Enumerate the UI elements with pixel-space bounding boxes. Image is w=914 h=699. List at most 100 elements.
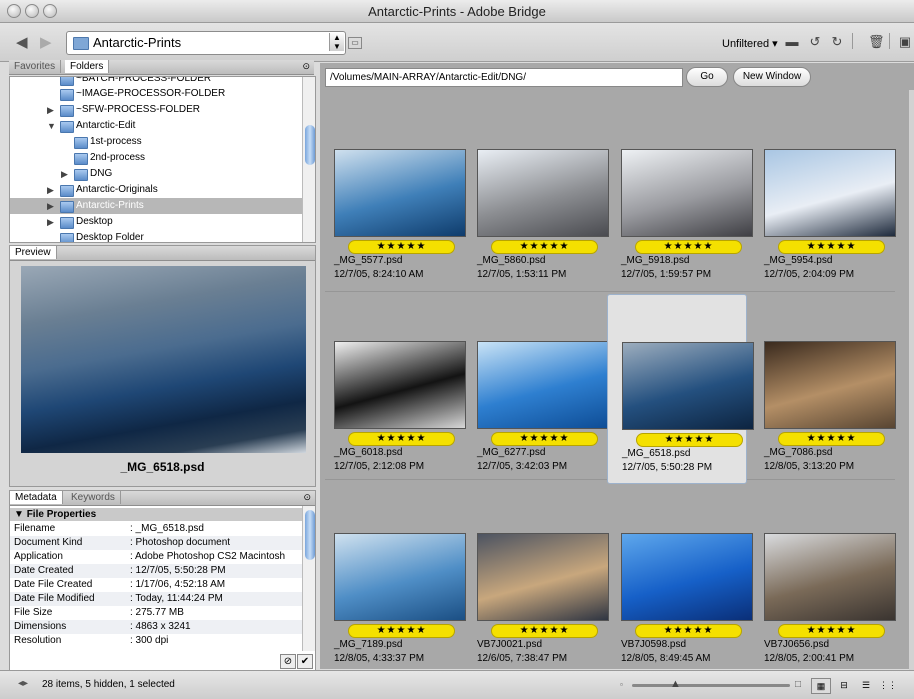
folder-icon: [60, 233, 74, 242]
content-scrollbar[interactable]: [909, 90, 914, 670]
toolbar: ◀ ▶ Antarctic-Prints ▲ ▼ ▭ Unfiltered ▾ ▬…: [0, 23, 914, 62]
thumbnails-view-button[interactable]: ▦: [811, 678, 831, 694]
rating-stars[interactable]: ★★★★★: [348, 432, 455, 446]
cancel-edit-icon[interactable]: ⊘: [280, 654, 296, 669]
rating-stars[interactable]: ★★★★★: [778, 432, 885, 446]
versions-view-button[interactable]: ⋮⋮: [879, 678, 897, 692]
slider-thumb[interactable]: ▲: [670, 678, 681, 690]
thumbnail-image[interactable]: [621, 149, 753, 237]
rating-stars[interactable]: ★★★★★: [778, 624, 885, 638]
thumbnail-image[interactable]: [334, 533, 466, 621]
large-thumbnail-icon[interactable]: □: [795, 679, 801, 690]
details-view-button[interactable]: ☰: [857, 678, 875, 692]
thumbnail-date: 12/7/05, 2:12:08 PM: [334, 461, 425, 472]
rating-stars[interactable]: ★★★★★: [778, 240, 885, 254]
disclosure-right-icon[interactable]: ▶: [47, 182, 54, 198]
disclosure-right-icon[interactable]: ▶: [47, 102, 54, 118]
thumbnail-card[interactable]: ★★★★★ _MG_6277.psd 12/7/05, 3:42:03 PM: [463, 294, 609, 482]
folder-item[interactable]: 2nd-process: [10, 150, 305, 166]
thumbnail-size-slider[interactable]: [632, 684, 790, 687]
rating-stars[interactable]: ★★★★★: [635, 624, 742, 638]
folder-item[interactable]: ~IMAGE-PROCESSOR-FOLDER: [10, 86, 305, 102]
rating-stars[interactable]: ★★★★★: [636, 433, 743, 447]
thumbnail-card[interactable]: ★★★★★ VB7J0656.psd 12/8/05, 2:00:41 PM: [750, 483, 896, 671]
rating-stars[interactable]: ★★★★★: [348, 624, 455, 638]
tab-preview[interactable]: Preview: [10, 246, 57, 259]
folder-item-selected[interactable]: ▶ Antarctic-Prints: [10, 198, 305, 214]
disclosure-down-icon[interactable]: ▼: [47, 118, 56, 134]
forward-arrow-icon[interactable]: ▶: [40, 33, 52, 51]
thumbnail-image[interactable]: [622, 342, 754, 430]
thumbnail-image[interactable]: [477, 149, 609, 237]
metadata-key: Application: [14, 551, 63, 562]
rotate-right-icon[interactable]: ↻: [830, 35, 844, 49]
thumbnail-card[interactable]: ★★★★★ _MG_6018.psd 12/7/05, 2:12:08 PM: [320, 294, 466, 482]
tab-folders[interactable]: Folders: [65, 60, 110, 73]
tab-keywords[interactable]: Keywords: [66, 491, 121, 504]
thumbnail-filename: _MG_7086.psd: [764, 447, 833, 458]
metadata-row: Date Created: 12/7/05, 5:50:28 PM: [10, 564, 302, 578]
filmstrip-view-button[interactable]: ⊟: [835, 678, 853, 692]
preview-panel: Preview _MG_6518.psd: [9, 245, 316, 487]
disclosure-right-icon[interactable]: ▶: [47, 198, 54, 214]
new-window-button[interactable]: New Window: [733, 67, 811, 87]
thumbnail-image[interactable]: [764, 533, 896, 621]
folder-label: 2nd-process: [90, 152, 146, 163]
compact-mode-icon[interactable]: ▣: [898, 35, 912, 49]
thumbnail-image[interactable]: [764, 149, 896, 237]
folder-item[interactable]: 1st-process: [10, 134, 305, 150]
folder-icon: [60, 121, 74, 133]
panel-menu-icon[interactable]: ⊙: [302, 61, 310, 72]
folders-scrollbar[interactable]: [302, 77, 315, 242]
toggle-panels-icon[interactable]: ◂▸: [18, 678, 28, 689]
metadata-scrollbar[interactable]: [302, 506, 315, 651]
thumbnail-image[interactable]: [621, 533, 753, 621]
thumbnail-card[interactable]: ★★★★★ _MG_7189.psd 12/8/05, 4:33:37 PM: [320, 483, 466, 671]
thumbnail-image[interactable]: [334, 149, 466, 237]
go-up-folder-icon[interactable]: ▭: [348, 37, 362, 49]
folder-item[interactable]: ▶ Desktop: [10, 214, 305, 230]
scrollbar-thumb[interactable]: [305, 510, 315, 560]
thumbnail-card[interactable]: ★★★★★ VB7J0598.psd 12/8/05, 8:49:45 AM: [607, 483, 753, 671]
disclosure-right-icon[interactable]: ▶: [47, 214, 54, 230]
metadata-section-header[interactable]: ▼ File Properties: [10, 508, 306, 521]
rating-stars[interactable]: ★★★★★: [491, 432, 598, 446]
disclosure-right-icon[interactable]: ▶: [61, 166, 68, 182]
folder-item[interactable]: ▶ Antarctic-Originals: [10, 182, 305, 198]
trash-icon[interactable]: 🗑: [868, 35, 885, 49]
preview-image: [21, 266, 306, 453]
thumbnail-image[interactable]: [477, 341, 609, 429]
preview-tabbar: Preview: [10, 246, 315, 261]
folder-item[interactable]: ▶ DNG: [10, 166, 305, 182]
folder-item[interactable]: ▶ ~SFW-PROCESS-FOLDER: [10, 102, 305, 118]
rating-stars[interactable]: ★★★★★: [348, 240, 455, 254]
thumbnail-image[interactable]: [334, 341, 466, 429]
filter-dropdown[interactable]: Unfiltered ▾: [722, 37, 778, 50]
go-button[interactable]: Go: [686, 67, 728, 87]
folder-item[interactable]: ▼ Antarctic-Edit: [10, 118, 305, 134]
filter-label: Unfiltered: [722, 38, 770, 50]
folder-item[interactable]: Desktop Folder: [10, 230, 305, 242]
thumbnail-image[interactable]: [764, 341, 896, 429]
tab-favorites[interactable]: Favorites: [9, 60, 62, 73]
folder-icon: [74, 153, 88, 165]
metadata-row: Resolution: 300 dpi: [10, 634, 302, 648]
rotate-left-icon[interactable]: ↺: [808, 35, 822, 49]
scrollbar-thumb[interactable]: [305, 125, 315, 165]
thumbnail-image[interactable]: [477, 533, 609, 621]
back-arrow-icon[interactable]: ◀: [16, 33, 28, 51]
thumbnail-card[interactable]: ★★★★★ _MG_7086.psd 12/8/05, 3:13:20 PM: [750, 294, 896, 482]
small-thumbnail-icon[interactable]: ▫: [620, 680, 623, 689]
thumbnail-date: 12/8/05, 4:33:37 PM: [334, 653, 425, 664]
apply-edit-icon[interactable]: ✔: [297, 654, 313, 669]
panel-menu-icon[interactable]: ⊙: [303, 492, 311, 503]
thumbnail-card[interactable]: ★★★★★ VB7J0021.psd 12/6/05, 7:38:47 PM: [463, 483, 609, 671]
path-dropdown[interactable]: Antarctic-Prints ▲ ▼: [66, 31, 346, 55]
rating-stars[interactable]: ★★★★★: [635, 240, 742, 254]
rating-stars[interactable]: ★★★★★: [491, 240, 598, 254]
thumbnail-card[interactable]: ★★★★★ _MG_6518.psd 12/7/05, 5:50:28 PM: [607, 294, 754, 484]
tab-metadata[interactable]: Metadata: [10, 491, 63, 504]
address-field[interactable]: /Volumes/MAIN-ARRAY/Antarctic-Edit/DNG/: [325, 68, 683, 87]
new-folder-icon[interactable]: ▬: [785, 35, 799, 49]
rating-stars[interactable]: ★★★★★: [491, 624, 598, 638]
